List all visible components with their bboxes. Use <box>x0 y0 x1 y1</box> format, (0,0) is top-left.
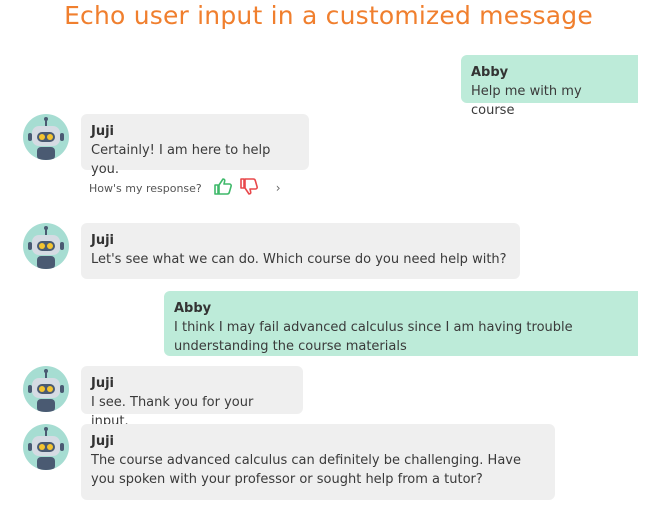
thumbs-up-icon[interactable] <box>213 178 232 198</box>
bot-message: Juji Let's see what we can do. Which cou… <box>81 223 520 279</box>
message-text: Let's see what we can do. Which course d… <box>91 252 507 267</box>
message-text: Certainly! I am here to help you. <box>91 143 271 177</box>
message-sender: Juji <box>91 233 115 248</box>
user-message: Abby I think I may fail advanced calculu… <box>164 291 638 356</box>
bot-avatar <box>23 114 69 160</box>
feedback-label: How's my response? <box>89 181 202 195</box>
robot-icon <box>28 369 64 412</box>
robot-icon <box>28 427 64 470</box>
thumbs-down-icon[interactable] <box>239 178 258 198</box>
bot-message: Juji The course advanced calculus can de… <box>81 424 555 500</box>
message-sender: Juji <box>91 434 115 449</box>
message-sender: Abby <box>471 65 509 80</box>
response-feedback: How's my response? › <box>89 177 281 199</box>
message-text: I think I may fail advanced calculus sin… <box>174 320 573 354</box>
robot-icon <box>28 117 64 160</box>
chevron-right-icon[interactable]: › <box>276 181 281 195</box>
bot-avatar <box>23 424 69 470</box>
bot-avatar <box>23 223 69 269</box>
message-sender: Juji <box>91 376 115 391</box>
bot-message: Juji Certainly! I am here to help you. <box>81 114 309 177</box>
robot-icon <box>28 226 64 269</box>
bot-message: Juji I see. Thank you for your input. <box>81 366 303 429</box>
bot-avatar <box>23 366 69 412</box>
user-message: Abby Help me with my course <box>461 55 638 118</box>
page-title: Echo user input in a customized message <box>64 1 593 30</box>
message-sender: Juji <box>91 124 115 139</box>
message-text: Help me with my course <box>471 84 582 118</box>
message-text: The course advanced calculus can definit… <box>91 453 521 487</box>
message-sender: Abby <box>174 301 212 316</box>
